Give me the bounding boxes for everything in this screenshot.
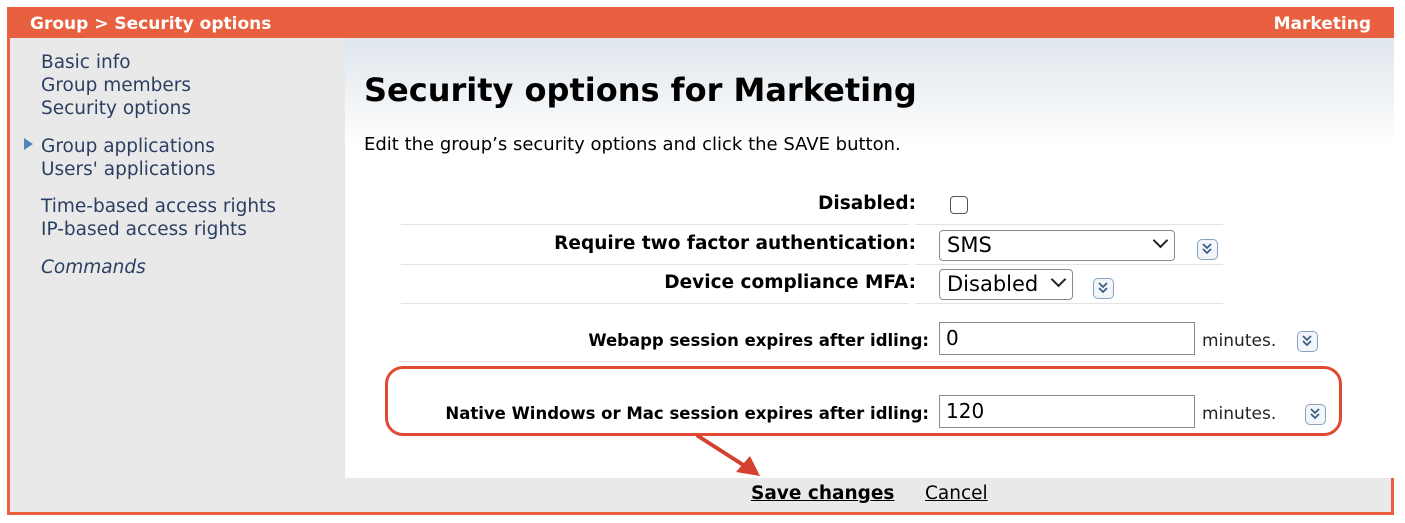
highlight-annotation (385, 366, 1342, 436)
nav-active-arrow-icon (24, 138, 33, 150)
page-title: Security options for Marketing (364, 71, 917, 109)
device-mfa-value: Disabled (947, 272, 1039, 296)
action-bar: Save changes Cancel (10, 478, 1391, 512)
sidebar-item-ip-based-access[interactable]: IP-based access rights (41, 219, 247, 240)
page-description: Edit the group’s security options and cl… (364, 134, 901, 155)
two-factor-value: SMS (947, 233, 992, 257)
group-name: Marketing (1273, 14, 1371, 34)
sidebar: Basic info Group members Security option… (10, 38, 345, 478)
annotation-arrow-icon (696, 434, 760, 476)
sidebar-item-group-members[interactable]: Group members (41, 75, 191, 96)
row-divider (399, 361, 1323, 362)
webapp-idle-input[interactable]: 0 (939, 322, 1195, 355)
sidebar-item-basic-info[interactable]: Basic info (41, 52, 131, 73)
webapp-idle-unit: minutes. (1202, 331, 1277, 351)
sidebar-item-users-applications[interactable]: Users' applications (41, 159, 215, 180)
sidebar-item-time-based-access[interactable]: Time-based access rights (41, 196, 276, 217)
expand-icon[interactable] (1297, 331, 1318, 352)
sidebar-item-security-options[interactable]: Security options (41, 98, 191, 119)
title-bar: Group > Security options Marketing (10, 10, 1391, 38)
row-divider (401, 303, 909, 304)
disabled-checkbox[interactable] (950, 196, 968, 214)
cancel-button[interactable]: Cancel (925, 483, 988, 504)
sidebar-item-commands[interactable]: Commands (41, 257, 146, 278)
row-divider (915, 303, 1223, 304)
device-mfa-label: Device compliance MFA: (664, 272, 916, 293)
save-changes-button[interactable]: Save changes (751, 483, 894, 504)
breadcrumb: Group > Security options (30, 14, 272, 34)
row-divider (915, 224, 1223, 225)
chevron-down-icon (1050, 271, 1067, 288)
expand-icon[interactable] (1093, 278, 1114, 299)
disabled-label: Disabled: (818, 193, 916, 214)
webapp-idle-label: Webapp session expires after idling: (588, 331, 929, 350)
expand-icon[interactable] (1197, 239, 1218, 260)
device-mfa-select[interactable]: Disabled (939, 269, 1073, 300)
row-divider (915, 264, 1223, 265)
row-divider (401, 224, 909, 225)
two-factor-label: Require two factor authentication: (554, 233, 916, 254)
two-factor-select[interactable]: SMS (939, 230, 1175, 261)
chevron-down-icon (1152, 232, 1169, 249)
sidebar-item-group-applications[interactable]: Group applications (41, 136, 215, 157)
row-divider (401, 264, 909, 265)
